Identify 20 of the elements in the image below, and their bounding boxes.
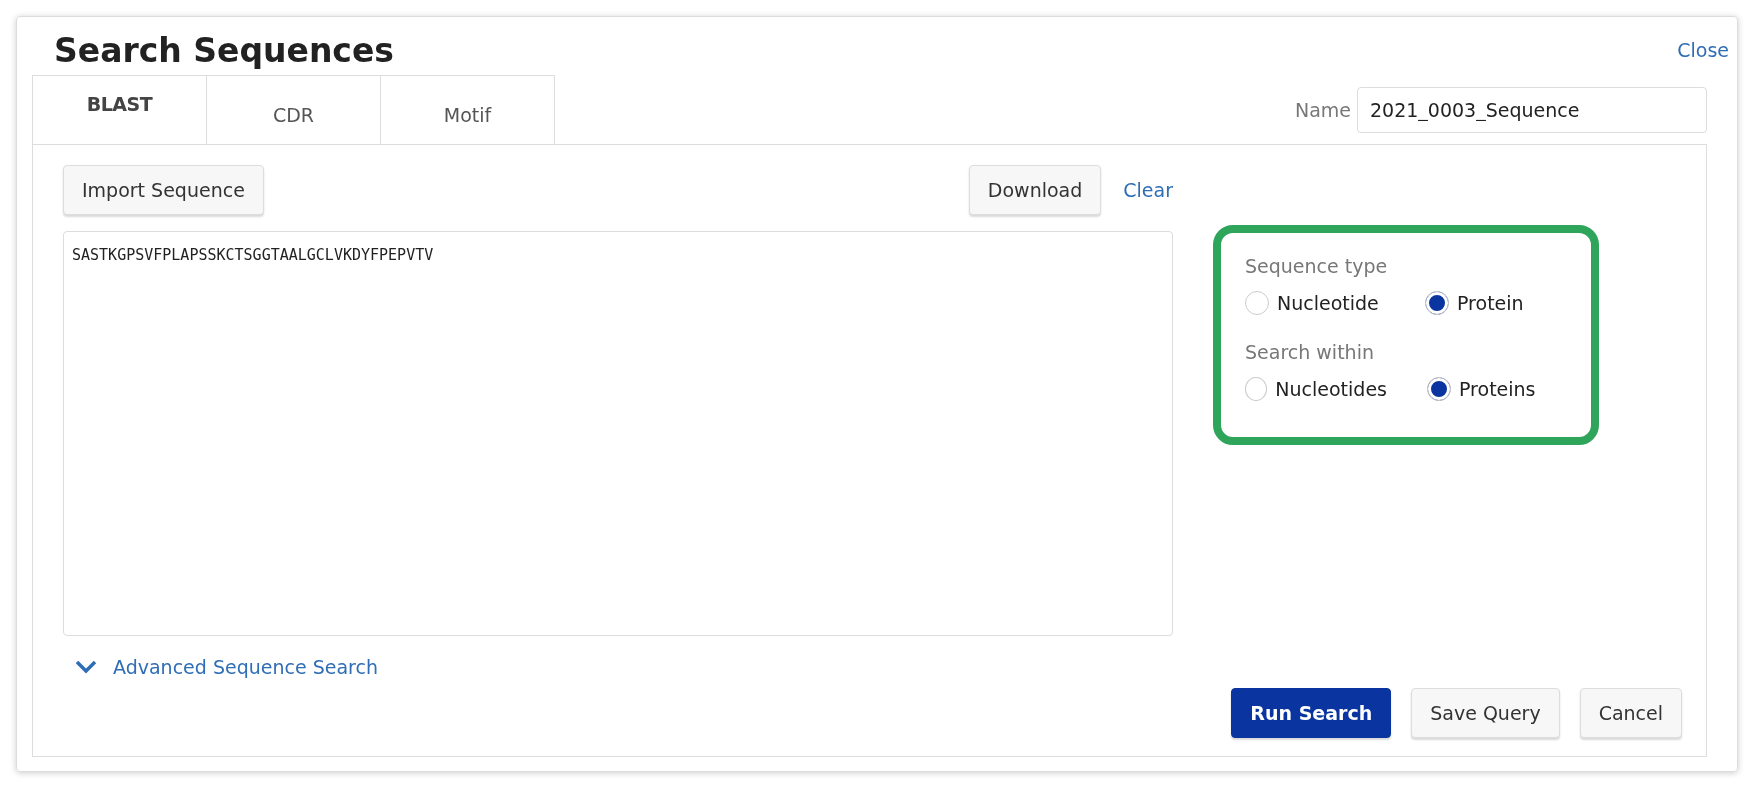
radio-option[interactable]: Protein — [1425, 291, 1565, 315]
clear-link[interactable]: Clear — [1123, 179, 1173, 201]
action-button[interactable]: Run Search — [1231, 688, 1392, 738]
tab[interactable]: BLAST — [32, 75, 207, 145]
group-label: Search within — [1245, 341, 1375, 363]
close-link[interactable]: Close — [1677, 39, 1729, 61]
advanced-search-link[interactable]: Advanced Sequence Search — [63, 656, 378, 678]
radio-option[interactable]: Proteins — [1427, 377, 1567, 401]
download-button[interactable]: Download — [968, 165, 1102, 215]
sequence-field[interactable]: SASTKGPSVFPLAPSSKCTSGGTAALGCLVKDYFPEPVTV — [63, 231, 1173, 636]
name-field[interactable]: 2021_0003_Sequence — [1357, 87, 1707, 133]
radio-option[interactable]: Nucleotide — [1245, 291, 1385, 315]
group-label: Sequence type — [1245, 255, 1389, 277]
tab[interactable]: Motif — [380, 75, 555, 145]
name-label: Name — [1294, 99, 1351, 121]
dialog-title: Search Sequences — [54, 30, 394, 70]
action-button[interactable]: Save Query — [1411, 688, 1560, 738]
action-button[interactable]: Cancel — [1579, 688, 1682, 738]
import-sequence-button[interactable]: Import Sequence — [63, 165, 264, 215]
radio-option[interactable]: Nucleotides — [1245, 377, 1387, 401]
